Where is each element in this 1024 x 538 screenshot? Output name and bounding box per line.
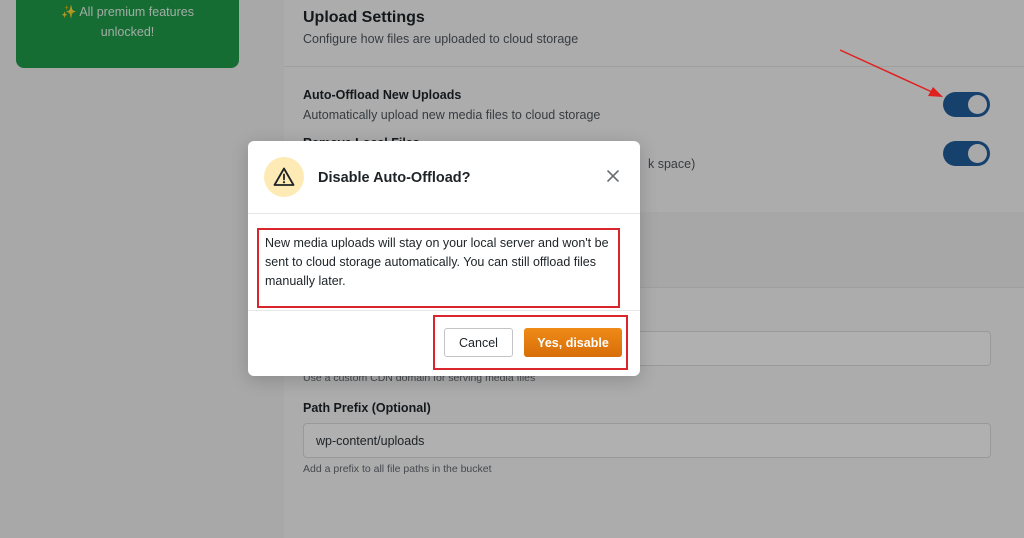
close-icon[interactable] <box>604 167 622 185</box>
warning-icon <box>264 157 304 197</box>
dialog-footer-divider <box>248 310 640 311</box>
disable-auto-offload-dialog: Disable Auto-Offload? New media uploads … <box>248 141 640 376</box>
buttons-highlight-box <box>433 315 628 370</box>
message-highlight-box <box>257 228 620 308</box>
dialog-title: Disable Auto-Offload? <box>318 170 471 186</box>
dialog-header: Disable Auto-Offload? <box>248 141 640 214</box>
